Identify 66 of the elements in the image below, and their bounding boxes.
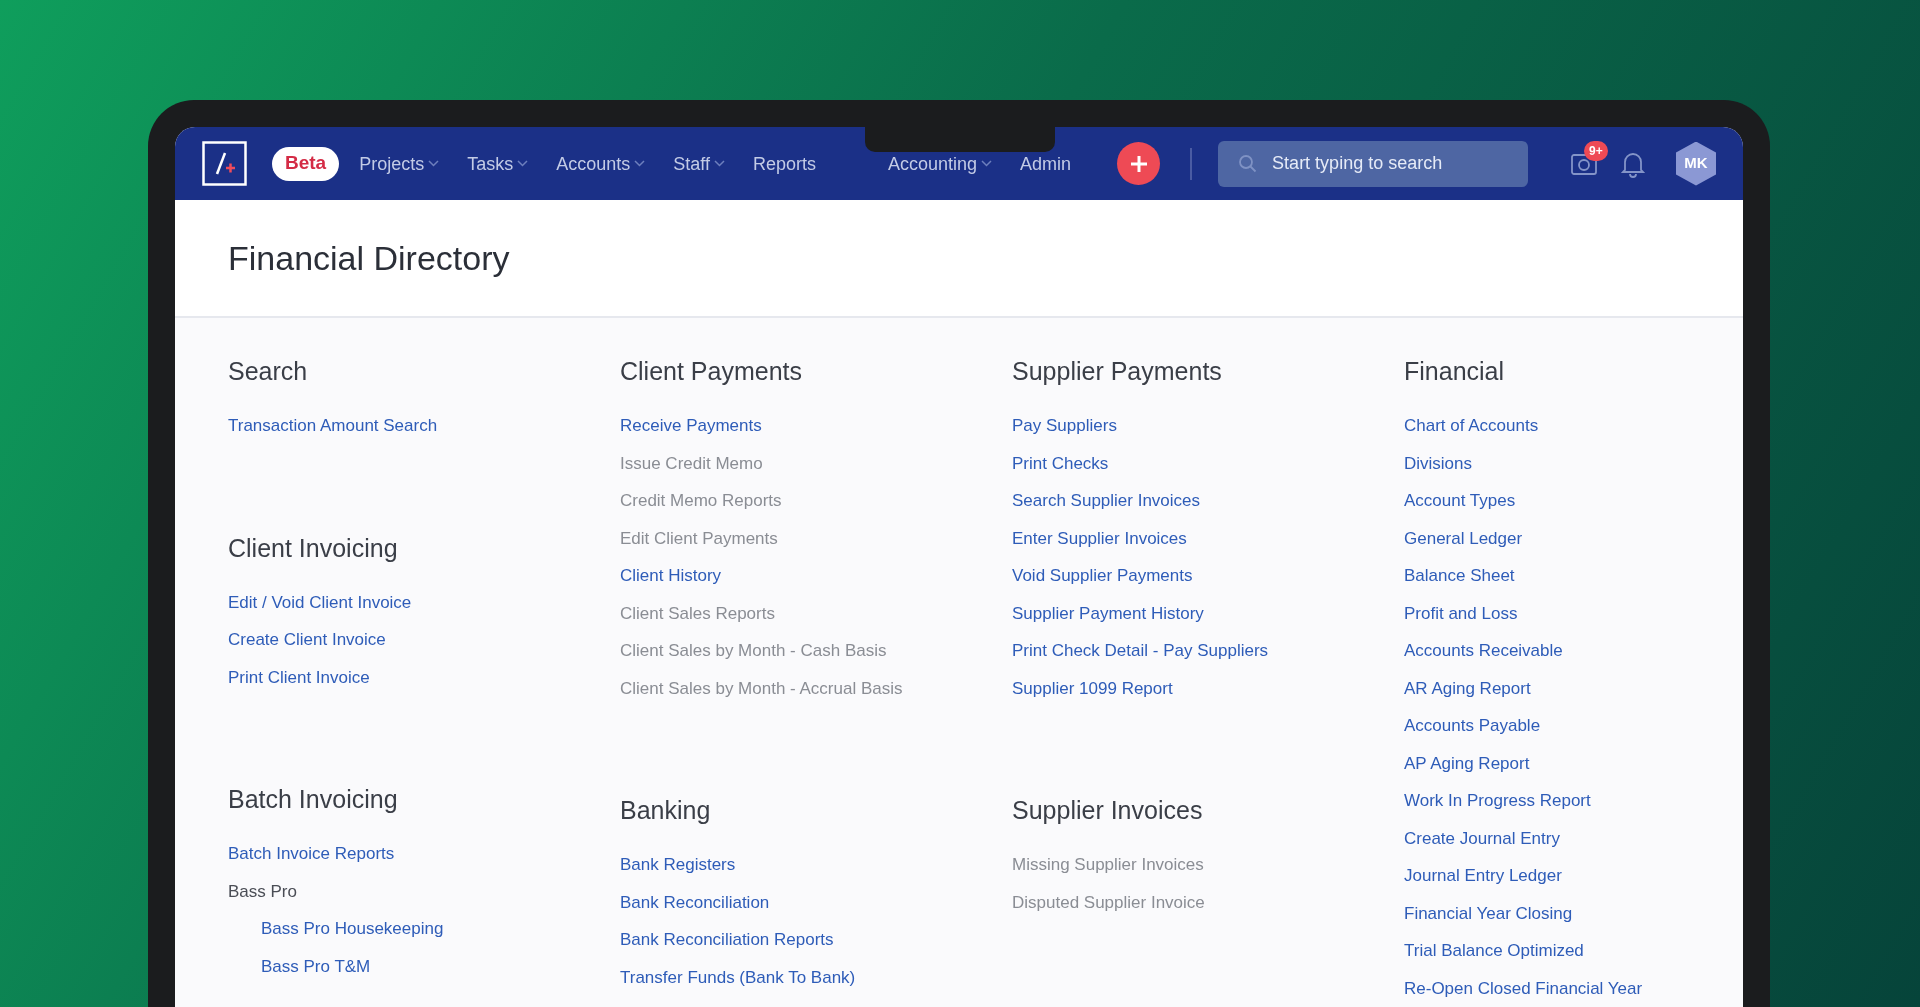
directory-link[interactable]: General Ledger xyxy=(1404,519,1743,557)
search-field[interactable]: Start typing to search xyxy=(1218,140,1529,187)
logo-icon[interactable] xyxy=(202,141,247,186)
chevron-down-icon xyxy=(981,160,993,167)
directory-link[interactable]: Bank Reconciliation xyxy=(620,883,1012,921)
section-heading: Search xyxy=(228,356,309,387)
directory-link[interactable]: Print Checks xyxy=(1012,444,1404,482)
plus-icon xyxy=(1129,154,1148,173)
directory-link[interactable]: Accounts Receivable xyxy=(1404,632,1743,670)
directory-link[interactable]: Accounts Payable xyxy=(1404,707,1743,745)
directory-link[interactable]: Edit / Void Client Invoice xyxy=(228,583,620,621)
directory-link[interactable]: Re-Open Closed Financial Year xyxy=(1404,969,1743,1007)
directory-link[interactable]: AP Aging Report xyxy=(1404,744,1743,782)
beta-badge: Beta xyxy=(272,146,340,181)
directory-link[interactable]: Batch Invoice Reports xyxy=(228,835,620,873)
nav-menu-item[interactable]: Reports xyxy=(753,154,816,173)
directory-link[interactable]: Profit and Loss xyxy=(1404,594,1743,632)
directory-link[interactable]: Balance Sheet xyxy=(1404,557,1743,595)
directory-link[interactable]: Journal Entry Ledger xyxy=(1404,857,1743,895)
section-heading: Client Invoicing xyxy=(228,532,399,564)
nav-menu-item[interactable]: Accounts xyxy=(556,154,646,173)
directory-link[interactable]: Bass Pro T&M xyxy=(228,947,620,985)
section-heading: Banking xyxy=(620,795,712,826)
directory-link[interactable]: Print Check Detail - Pay Suppliers xyxy=(1012,632,1404,670)
directory-link[interactable]: Bank Reconciliation Reports xyxy=(620,921,1012,959)
directory-link[interactable]: Financial Year Closing xyxy=(1404,894,1743,932)
directory-link[interactable]: Account Types xyxy=(1404,482,1743,520)
directory-link[interactable]: Print Client Invoice xyxy=(228,658,620,696)
directory-link[interactable]: Trial Balance Optimized xyxy=(1404,932,1743,970)
chevron-down-icon xyxy=(714,160,725,167)
add-button[interactable] xyxy=(1117,142,1161,185)
section-heading: Supplier Invoices xyxy=(1012,795,1204,826)
nav-menu-item[interactable]: Tasks xyxy=(467,154,529,173)
directory-link[interactable]: Create Journal Entry xyxy=(1404,819,1743,857)
nav-menu-item[interactable]: Projects xyxy=(359,154,440,173)
chevron-down-icon xyxy=(428,160,440,167)
directory-link[interactable]: Supplier Payment History xyxy=(1012,594,1404,632)
directory-link[interactable]: Transfer Funds (Bank To Bank) xyxy=(620,958,1012,996)
directory-link[interactable]: Divisions xyxy=(1404,444,1743,482)
section-heading: Batch Invoicing xyxy=(228,784,399,815)
chevron-down-icon xyxy=(517,160,529,167)
section-heading: Client Payments xyxy=(620,356,804,387)
directory-link[interactable]: Bank Registers xyxy=(620,846,1012,884)
directory-link[interactable]: Receive Payments xyxy=(620,407,1012,445)
chevron-down-icon xyxy=(634,160,646,167)
nav-menu-item[interactable]: Accounting xyxy=(888,154,993,173)
nav-menu-item[interactable]: Admin xyxy=(1020,154,1072,173)
directory-link[interactable]: AR Aging Report xyxy=(1404,669,1743,707)
section-heading: Financial xyxy=(1404,356,1506,387)
directory-link[interactable]: Create Client Invoice xyxy=(228,621,620,659)
directory-link[interactable]: Work In Progress Report xyxy=(1404,782,1743,820)
search-icon xyxy=(1238,153,1259,174)
directory-link[interactable]: Search Supplier Invoices xyxy=(1012,482,1404,520)
notification-badge: 9+ xyxy=(1584,140,1608,161)
directory-link[interactable]: Chart of Accounts xyxy=(1404,407,1743,445)
group-label: Bass Pro xyxy=(228,880,298,903)
nav-menu-item[interactable]: Staff xyxy=(673,154,725,173)
directory-link[interactable]: Void Supplier Payments xyxy=(1012,557,1404,595)
directory-link[interactable]: Client History xyxy=(620,557,1012,595)
directory-link[interactable]: Bass Pro Housekeeping xyxy=(228,910,620,948)
directory-link[interactable]: Pay Suppliers xyxy=(1012,407,1404,445)
directory-link[interactable]: Enter Supplier Invoices xyxy=(1012,519,1404,557)
section-heading: Supplier Payments xyxy=(1012,356,1223,387)
directory-link[interactable]: Transaction Amount Search xyxy=(228,407,620,445)
page-title: Financial Directory xyxy=(228,237,510,279)
directory-link[interactable]: Supplier 1099 Report xyxy=(1012,669,1404,707)
